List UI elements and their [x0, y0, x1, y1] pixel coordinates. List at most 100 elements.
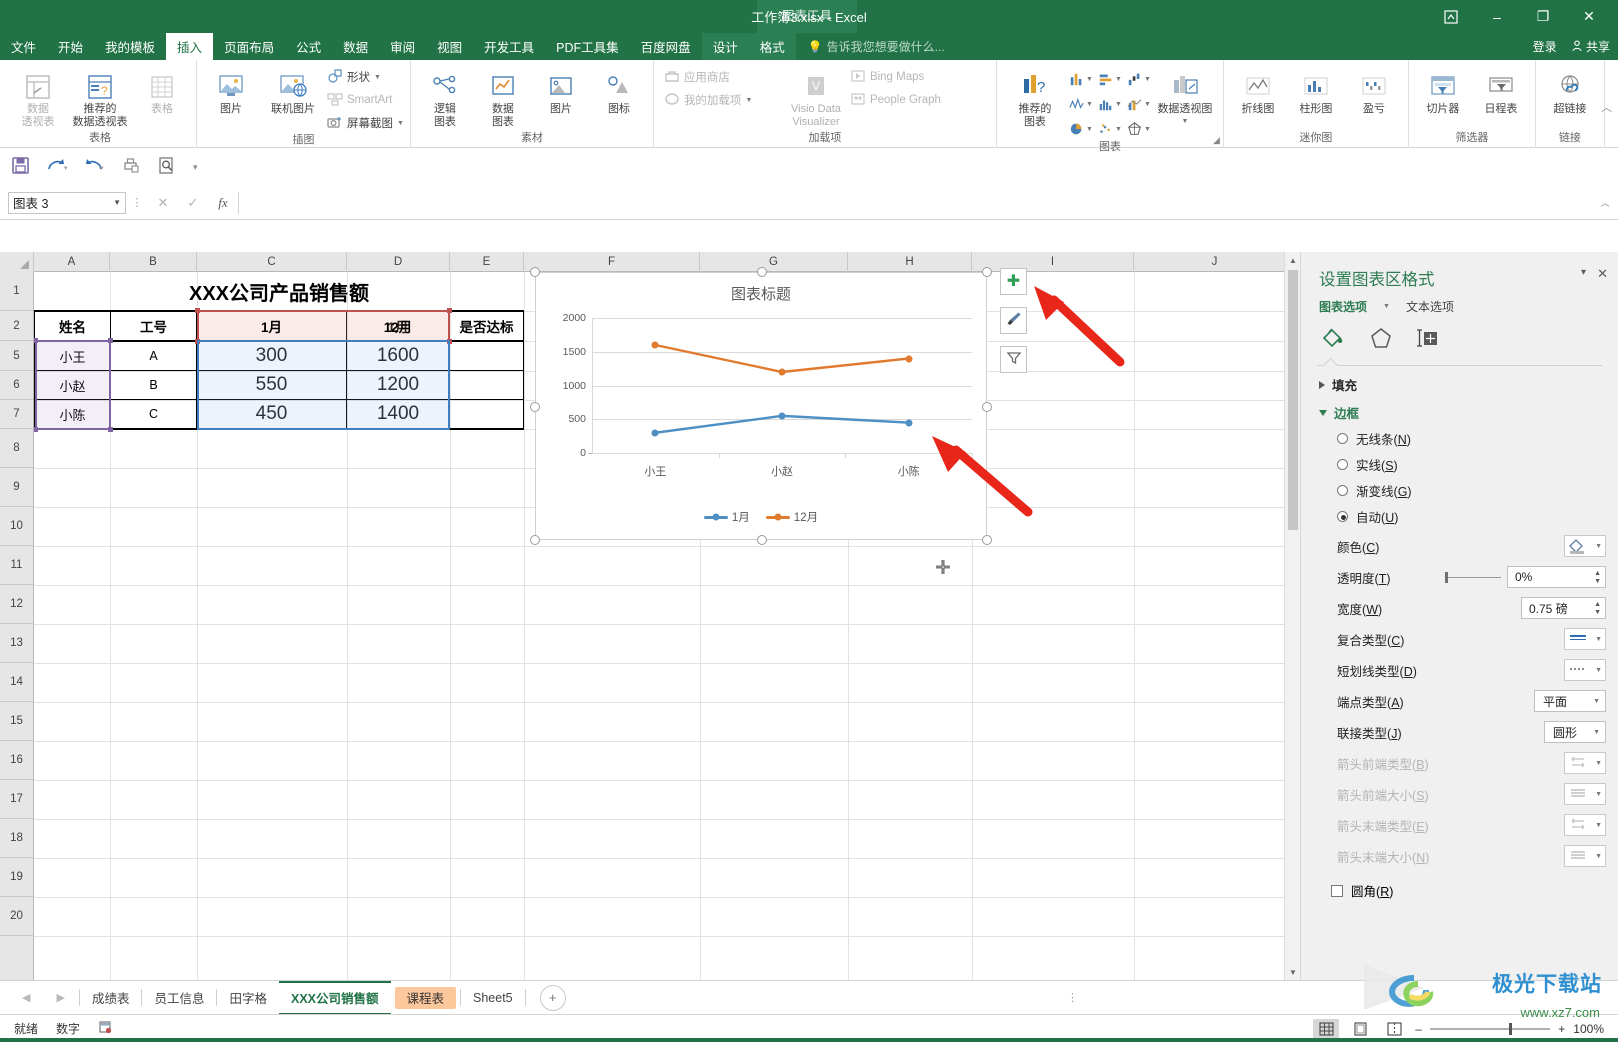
- sparkline-winloss-button[interactable]: 盈亏: [1346, 65, 1402, 116]
- spinner-arrows[interactable]: ▲ ▼: [1594, 601, 1605, 616]
- pictures-button[interactable]: 图片: [203, 65, 259, 116]
- chart-handle-w[interactable]: [530, 402, 540, 412]
- vertical-scroll-thumb[interactable]: [1288, 270, 1298, 530]
- fx-icon[interactable]: fx: [208, 195, 238, 211]
- chart-handle-sw[interactable]: [530, 535, 540, 545]
- combo-chart-icon[interactable]: ▼: [1127, 93, 1151, 115]
- sheet-tab-chengjibiao[interactable]: 成绩表: [80, 981, 142, 1015]
- tab-file[interactable]: 文件: [0, 33, 47, 60]
- chart-filters-button[interactable]: [1000, 346, 1027, 373]
- chart-handle-ne[interactable]: [982, 267, 992, 277]
- chart-handle-n[interactable]: [757, 267, 767, 277]
- waterfall-chart-icon[interactable]: ▼: [1127, 68, 1151, 90]
- width-spinner[interactable]: 0.75 磅 ▲ ▼: [1521, 597, 1606, 619]
- row-header-17[interactable]: 17: [0, 780, 33, 819]
- pane-section-border[interactable]: 边框: [1301, 394, 1618, 422]
- tab-baidu-netdisk[interactable]: 百度网盘: [630, 33, 702, 60]
- tab-formulas[interactable]: 公式: [285, 33, 332, 60]
- recommended-pivot-button[interactable]: ? 推荐的 数据透视表: [68, 65, 132, 128]
- chart-legend[interactable]: 1月 12月: [536, 509, 986, 525]
- dash-type-button[interactable]: ▼: [1564, 659, 1606, 681]
- cell-b7-id[interactable]: C: [111, 400, 196, 428]
- screenshot-button[interactable]: 屏幕截图 ▼: [327, 113, 404, 133]
- chart-handle-nw[interactable]: [530, 267, 540, 277]
- row-header-6[interactable]: 6: [0, 371, 33, 400]
- chevron-down-icon[interactable]: ▼: [1383, 303, 1390, 310]
- effects-pentagon-icon[interactable]: [1369, 326, 1393, 355]
- pane-subtab-chart-options[interactable]: 图表选项: [1319, 298, 1367, 315]
- field-rounded-corners[interactable]: 圆角(R): [1301, 867, 1618, 900]
- icons-button[interactable]: 图标: [591, 65, 647, 116]
- minimize-button[interactable]: –: [1474, 0, 1520, 33]
- row-header-14[interactable]: 14: [0, 663, 33, 702]
- cell-header-id[interactable]: 工号: [111, 312, 196, 340]
- size-properties-icon[interactable]: [1415, 326, 1439, 355]
- tab-my-templates[interactable]: 我的模板: [94, 33, 166, 60]
- col-header-E[interactable]: E: [450, 252, 524, 272]
- recommended-charts-button[interactable]: ? 推荐的 图表: [1003, 65, 1067, 128]
- transparency-spinner[interactable]: 0% ▲ ▼: [1507, 566, 1606, 588]
- line-chart-icon[interactable]: ▼: [1069, 93, 1093, 115]
- sheet-tab-sheet5[interactable]: Sheet5: [461, 981, 525, 1015]
- page-layout-view-icon[interactable]: [1347, 1019, 1373, 1039]
- share-button[interactable]: 共享: [1571, 38, 1610, 55]
- hyperlink-button[interactable]: 超链接: [1542, 65, 1598, 116]
- data-point-jan-xiaowang[interactable]: [651, 429, 659, 437]
- sheet-nav-next[interactable]: ▶: [56, 991, 64, 1004]
- data-chart-button[interactable]: 数据 图表: [475, 65, 531, 128]
- formula-bar-splitter[interactable]: ⋮: [126, 196, 148, 209]
- data-point-dec-xiaochen[interactable]: [905, 355, 913, 362]
- row-header-11[interactable]: 11: [0, 546, 33, 585]
- row-header-19[interactable]: 19: [0, 858, 33, 897]
- pivot-table-button[interactable]: 数据 透视表: [10, 65, 66, 128]
- textbox-button[interactable]: A 文本框 ▼: [1611, 65, 1618, 128]
- cell-header-name[interactable]: 姓名: [35, 312, 110, 340]
- page-break-view-icon[interactable]: [1381, 1019, 1407, 1039]
- online-pictures-button[interactable]: 联机图片: [261, 65, 325, 116]
- radio-solid[interactable]: [1337, 459, 1348, 470]
- legend-item-dec[interactable]: 12月: [765, 509, 818, 525]
- tab-review[interactable]: 审阅: [379, 33, 426, 60]
- print-preview-icon[interactable]: [158, 156, 175, 178]
- row-header-18[interactable]: 18: [0, 819, 33, 858]
- scroll-down-button[interactable]: ▼: [1285, 964, 1301, 980]
- cap-type-dropdown[interactable]: 平面 ▼: [1534, 690, 1606, 712]
- radio-none[interactable]: [1337, 433, 1348, 444]
- data-point-jan-xiaozhao[interactable]: [778, 412, 786, 420]
- pivot-chart-button[interactable]: 数据透视图 ▼: [1153, 65, 1217, 128]
- row-header-15[interactable]: 15: [0, 702, 33, 741]
- bing-maps-button[interactable]: Bing Maps: [850, 67, 986, 87]
- confirm-icon[interactable]: ✓: [178, 195, 208, 211]
- zoom-knob[interactable]: [1509, 1022, 1513, 1035]
- sparkline-line-button[interactable]: 折线图: [1230, 65, 1286, 116]
- sign-in-link[interactable]: 登录: [1533, 38, 1557, 55]
- scroll-up-button[interactable]: ▲: [1285, 252, 1301, 268]
- histogram-icon[interactable]: ▼: [1098, 93, 1122, 115]
- chart-object[interactable]: 图表标题 2000 1500 1000 500 0 小王 小赵 小陈 1月 12…: [530, 267, 992, 545]
- border-option-gradient[interactable]: 渐变线(G): [1301, 474, 1618, 500]
- col-header-G[interactable]: G: [700, 252, 848, 272]
- sparkline-column-button[interactable]: 柱形图: [1288, 65, 1344, 116]
- pane-minimize-button[interactable]: ▾: [1581, 267, 1586, 278]
- radar-chart-icon[interactable]: ▼: [1127, 118, 1151, 140]
- sheet-tab-yuangongxinxi[interactable]: 员工信息: [142, 981, 216, 1015]
- bar-chart-icon[interactable]: ▼: [1098, 68, 1122, 90]
- col-header-I[interactable]: I: [972, 252, 1134, 272]
- chart-title[interactable]: 图表标题: [536, 283, 986, 304]
- tab-home[interactable]: 开始: [47, 33, 94, 60]
- quick-print-icon[interactable]: [123, 157, 140, 177]
- fill-bucket-icon[interactable]: [1321, 326, 1347, 355]
- pane-subtab-text-options[interactable]: 文本选项: [1406, 298, 1454, 315]
- cell-header-jan-2[interactable]: 1月: [197, 312, 346, 340]
- row-header-7[interactable]: 7: [0, 400, 33, 429]
- cell-b6-id[interactable]: B: [111, 371, 196, 399]
- rounded-corners-checkbox[interactable]: [1331, 884, 1343, 897]
- col-header-C[interactable]: C: [197, 252, 347, 272]
- chart-plot-area[interactable]: 2000 1500 1000 500 0 小王 小赵 小陈: [563, 312, 973, 478]
- column-chart-icon[interactable]: ▼: [1069, 68, 1093, 90]
- col-header-F[interactable]: F: [524, 252, 700, 272]
- radio-gradient[interactable]: [1337, 485, 1348, 496]
- chart-handle-s[interactable]: [757, 535, 767, 545]
- close-button[interactable]: ✕: [1566, 0, 1612, 33]
- table-button[interactable]: 表格: [134, 65, 190, 116]
